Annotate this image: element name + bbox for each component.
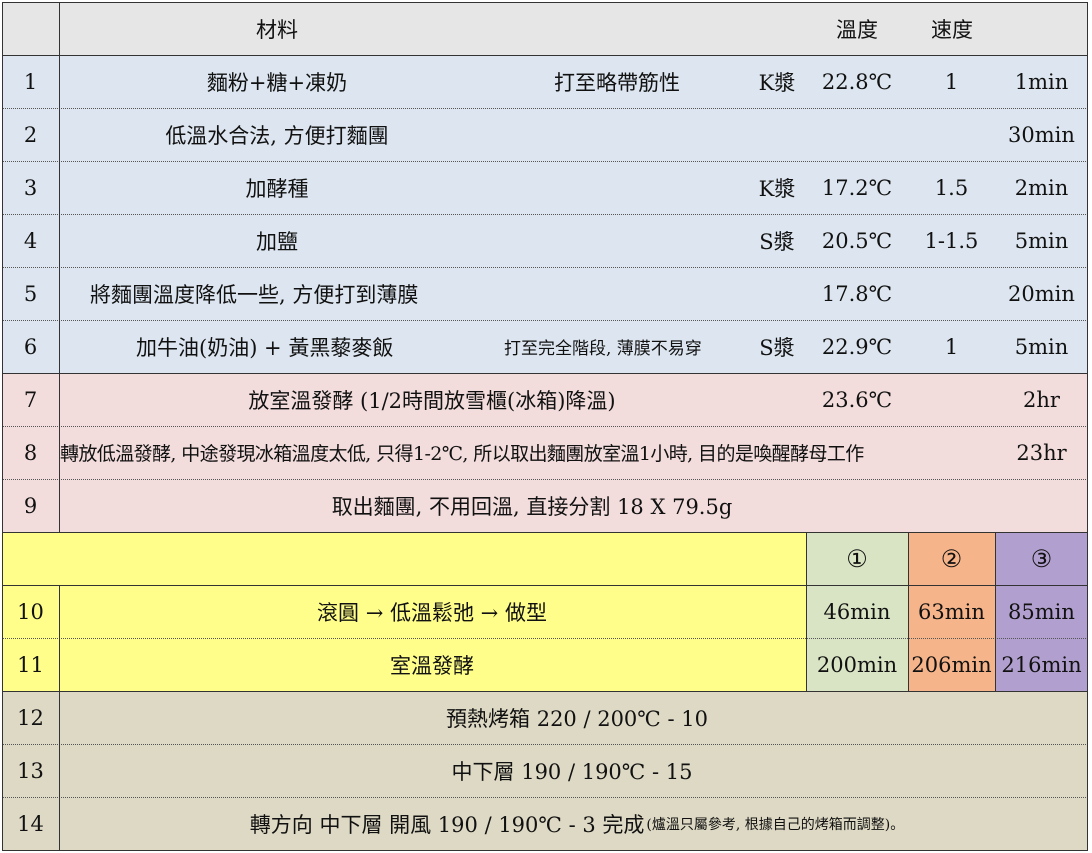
row-number: 7 — [23, 387, 38, 412]
time-value: 30min — [1008, 122, 1075, 147]
speed-value: 1-1.5 — [924, 228, 979, 253]
batch-3-label: ③ — [1030, 544, 1053, 573]
step-text: 轉方向 中下層 開風 190 / 190℃ - 3 完成 — [249, 812, 645, 837]
step-text: 室溫發酵 — [390, 653, 474, 678]
time-value: 2hr — [1023, 387, 1060, 412]
header-speed: 速度 — [931, 17, 973, 42]
paddle-type: S漿 — [759, 229, 795, 254]
temp-value: 17.8℃ — [821, 281, 893, 306]
batch-2-label: ② — [940, 544, 963, 573]
speed-value: 1 — [944, 69, 959, 94]
row-number: 11 — [17, 652, 44, 677]
time-value: 1min — [1014, 69, 1069, 94]
step-text: 滾圓 → 低溫鬆弛 → 做型 — [317, 600, 547, 625]
temp-value: 22.8℃ — [821, 69, 893, 94]
row-number: 1 — [23, 69, 38, 94]
paddle-type: K漿 — [758, 70, 796, 95]
step-text: 預熱烤箱 220 / 200℃ - 10 — [446, 706, 708, 731]
row-number: 4 — [23, 228, 38, 253]
recipe-table: 材料 溫度 速度 1 麵粉+糖+凍奶 打至略帶筋性 K漿 22.8℃ 1 1mi… — [2, 2, 1088, 851]
temp-value: 20.5℃ — [821, 228, 893, 253]
step-note: 打至略帶筋性 — [554, 70, 680, 95]
step-text: 中下層 190 / 190℃ - 15 — [451, 759, 693, 784]
row-number: 12 — [17, 705, 44, 730]
time-value: 5min — [1014, 228, 1069, 253]
row-number: 5 — [23, 281, 38, 306]
header-temp: 溫度 — [836, 17, 878, 42]
step-text: 放室溫發酵 (1/2時間放雪櫃(冰箱)降溫) — [248, 388, 616, 413]
row-number: 8 — [23, 440, 38, 465]
row-number: 13 — [17, 758, 44, 783]
paddle-type: S漿 — [759, 335, 795, 360]
step-line: 轉方向 中下層 開風 190 / 190℃ - 3 完成 (爐溫只屬參考, 根據… — [152, 797, 1002, 850]
step-text: 轉放低溫發酵, 中途發現冰箱溫度太低, 只得1-2℃, 所以取出麵團放室溫1小時… — [60, 443, 864, 465]
batch-3-time: 216min — [1001, 652, 1082, 677]
row-number: 2 — [23, 122, 38, 147]
time-value: 20min — [1008, 281, 1075, 306]
batch-1-label: ① — [846, 544, 868, 573]
time-value: 23hr — [1016, 440, 1067, 465]
speed-value: 1.5 — [934, 175, 969, 200]
time-value: 5min — [1014, 334, 1069, 359]
row-number: 14 — [17, 811, 44, 836]
step-text: 加酵種 — [245, 176, 309, 201]
step-text: 加鹽 — [256, 229, 298, 254]
temp-value: 17.2℃ — [821, 175, 893, 200]
speed-value: 1 — [944, 334, 959, 359]
step-text: 將麵團溫度降低一些, 方便打到薄膜 — [90, 282, 419, 307]
batch-1-time: 46min — [823, 599, 891, 624]
batch-1-time: 200min — [816, 652, 898, 677]
step-text: 加牛油(奶油) + 黃黑藜麥飯 — [136, 335, 394, 360]
row-number: 3 — [23, 175, 38, 200]
time-value: 2min — [1014, 175, 1069, 200]
step-text: 取出麵團, 不用回溫, 直接分割 18 X 79.5g — [331, 494, 733, 519]
step-note: (爐溫只屬參考, 根據自己的烤箱而調整)。 — [646, 816, 905, 833]
batch-2-time: 63min — [918, 599, 985, 624]
step-text: 低溫水合法, 方便打麵團 — [165, 123, 389, 148]
temp-value: 22.9℃ — [821, 334, 893, 359]
grid-line — [59, 585, 60, 851]
step-note: 打至完全階段, 薄膜不易穿 — [504, 339, 702, 359]
paddle-type: K漿 — [758, 176, 796, 201]
temp-value: 23.6℃ — [821, 387, 893, 412]
row-number: 6 — [23, 334, 38, 359]
row-number: 9 — [23, 493, 38, 518]
grid-line — [2, 850, 1088, 851]
batch-3-time: 85min — [1008, 599, 1075, 624]
header-material: 材料 — [256, 17, 298, 42]
step-text: 麵粉+糖+凍奶 — [206, 70, 348, 95]
batch-2-time: 206min — [911, 652, 992, 677]
row-number: 10 — [17, 599, 44, 624]
